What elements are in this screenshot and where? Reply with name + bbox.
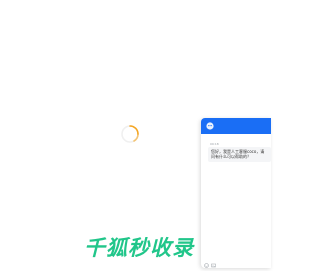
image-icon[interactable] (211, 263, 216, 268)
brand-logo-text: 千狐秒收录 (84, 236, 194, 260)
chat-message-bubble: 您好，我是人工客服coco，请问有什么可以帮助的？ (208, 147, 271, 162)
loading-spinner-icon (121, 125, 139, 143)
chat-header[interactable] (201, 118, 271, 134)
emoji-icon[interactable] (204, 262, 209, 268)
chat-timestamp: 09:18 (210, 142, 219, 146)
chat-widget[interactable]: 09:18 您好，我是人工客服coco，请问有什么可以帮助的？ (201, 118, 271, 268)
bot-avatar-icon (206, 122, 214, 130)
chat-input-toolbar (204, 262, 216, 268)
